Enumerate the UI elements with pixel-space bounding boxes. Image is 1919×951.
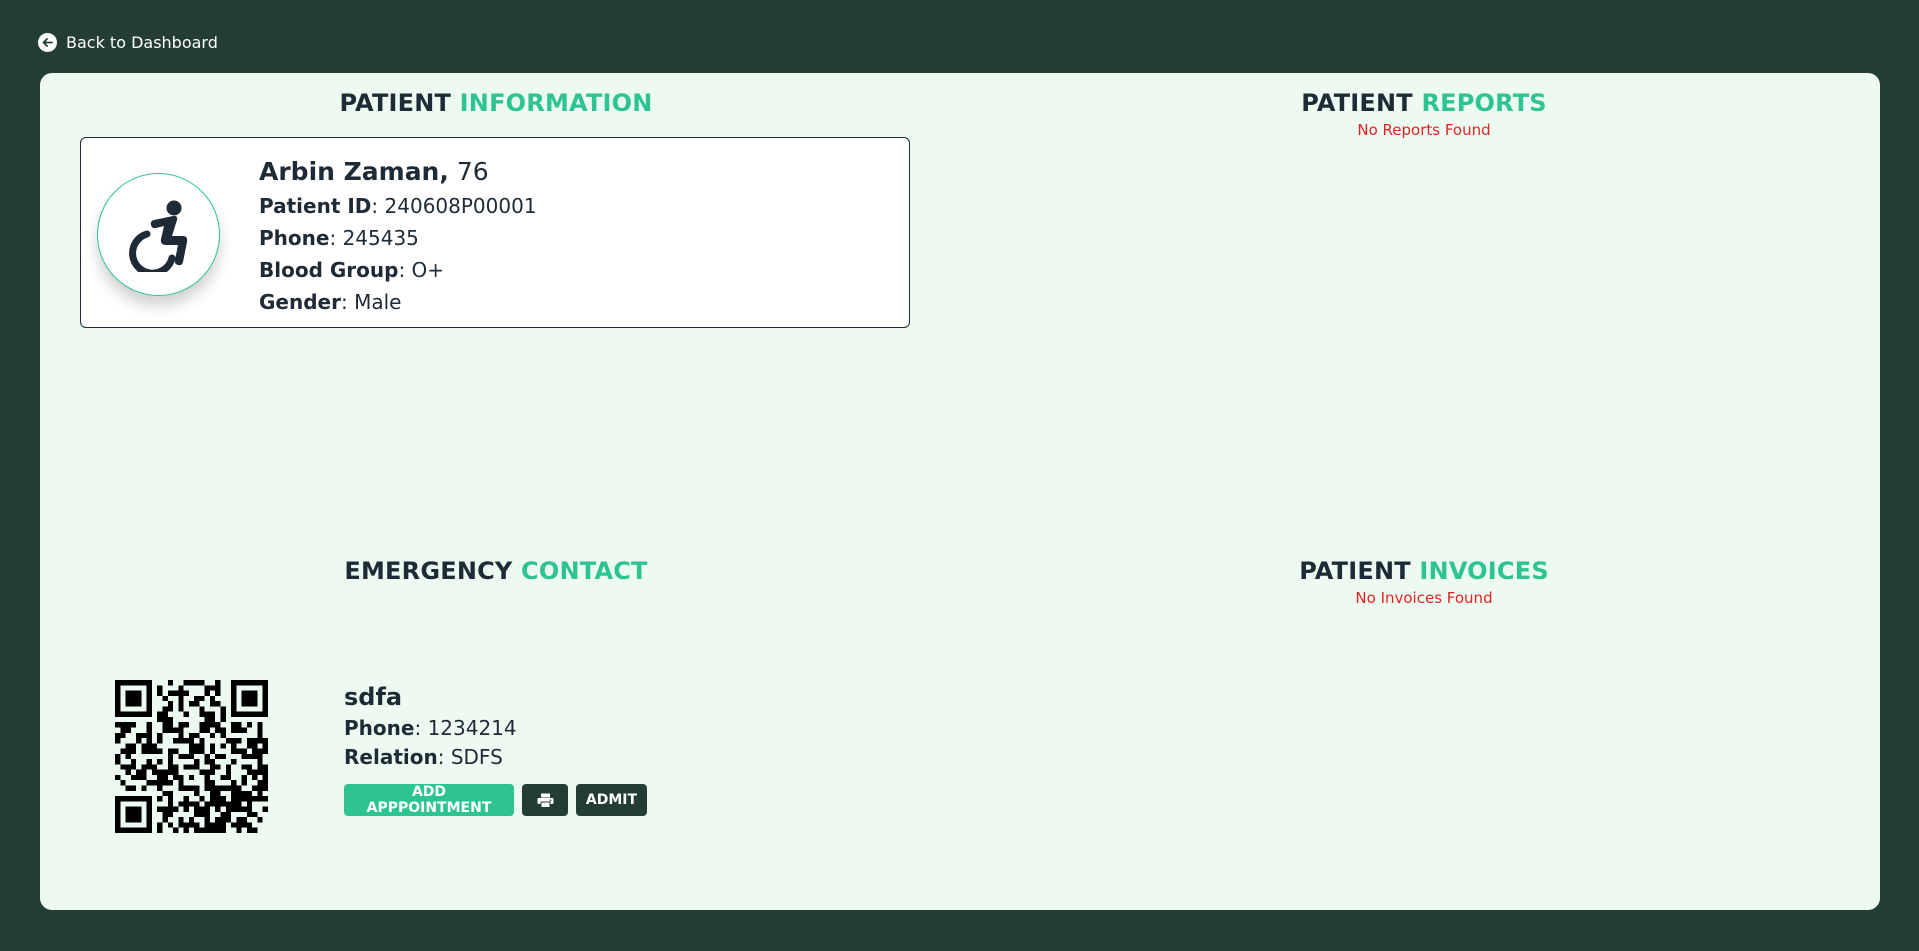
title-main: PATIENT — [339, 89, 452, 117]
print-button[interactable] — [522, 784, 568, 816]
contact-phone-value: 1234214 — [427, 716, 517, 740]
patient-blood-group-row: Blood Group: O+ — [259, 258, 445, 282]
blood-group-label: Blood Group — [259, 258, 399, 282]
back-link-label: Back to Dashboard — [66, 33, 218, 52]
patient-age: 76 — [456, 157, 489, 186]
title-accent: INFORMATION — [459, 89, 653, 117]
patient-card: Arbin Zaman, 76 Patient ID: 240608P00001… — [80, 137, 910, 328]
add-appointment-button[interactable]: ADD APPPOINTMENT — [344, 784, 514, 816]
contact-name: sdfa — [344, 683, 403, 711]
contact-relation-value: SDFS — [450, 745, 503, 769]
wheelchair-icon — [128, 200, 187, 272]
contact-relation-label: Relation — [344, 745, 438, 769]
patient-phone-label: Phone — [259, 226, 330, 250]
qr-code — [115, 680, 268, 833]
admit-button[interactable]: ADMIT — [576, 784, 647, 816]
no-invoices-message: No Invoices Found — [1355, 589, 1493, 607]
patient-avatar — [97, 173, 220, 296]
patient-information-title: PATIENT INFORMATION — [339, 89, 652, 117]
title-main: EMERGENCY — [344, 557, 513, 585]
blood-group-value: O+ — [411, 258, 445, 282]
patient-phone-value: 245435 — [342, 226, 419, 250]
patient-name-row: Arbin Zaman, 76 — [259, 154, 537, 190]
printer-icon — [537, 793, 553, 808]
title-main: PATIENT — [1299, 557, 1411, 585]
gender-value: Male — [354, 290, 402, 314]
patient-id-label: Patient ID — [259, 194, 372, 218]
patient-gender-row: Gender: Male — [259, 290, 402, 314]
title-accent: CONTACT — [521, 557, 648, 585]
back-to-dashboard-link[interactable]: Back to Dashboard — [38, 33, 218, 52]
contact-actions: ADD APPPOINTMENT ADMIT — [344, 784, 647, 816]
patient-invoices-title: PATIENT INVOICES — [1299, 557, 1549, 585]
title-accent: INVOICES — [1419, 557, 1549, 585]
patient-id-value: 240608P00001 — [384, 194, 537, 218]
gender-label: Gender — [259, 290, 341, 314]
title-accent: REPORTS — [1421, 89, 1547, 117]
no-reports-message: No Reports Found — [1357, 121, 1491, 139]
patient-name: Arbin Zaman, — [259, 157, 449, 186]
patient-phone-row: Phone: 245435 — [259, 226, 419, 250]
contact-relation-row: Relation: SDFS — [344, 745, 503, 769]
contact-phone-label: Phone — [344, 716, 415, 740]
patient-details: Arbin Zaman, 76 Patient ID: 240608P00001… — [259, 154, 537, 318]
patient-reports-title: PATIENT REPORTS — [1301, 89, 1547, 117]
title-main: PATIENT — [1301, 89, 1413, 117]
arrow-left-icon — [38, 33, 57, 52]
emergency-contact-details: sdfa Phone: 1234214 Relation: SDFS — [344, 680, 517, 772]
emergency-contact-title: EMERGENCY CONTACT — [344, 557, 647, 585]
patient-id-row: Patient ID: 240608P00001 — [259, 194, 537, 218]
contact-phone-row: Phone: 1234214 — [344, 716, 517, 740]
patient-profile-panel: PATIENT INFORMATION Arbin Zaman, 76 Pati… — [40, 73, 1880, 910]
